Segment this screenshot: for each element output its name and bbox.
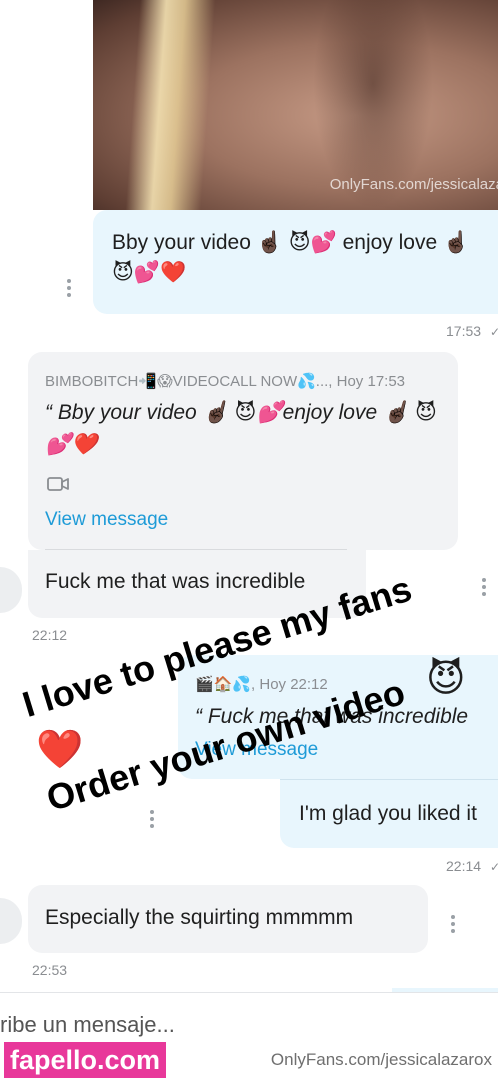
read-check-icon: ✓: [490, 860, 498, 874]
view-message-link[interactable]: View message: [45, 509, 168, 531]
message-time: 22:14: [446, 858, 482, 874]
message-text: Fuck me that was incredible: [45, 570, 306, 593]
message-time: 17:53: [446, 323, 482, 339]
photo-content: [125, 0, 216, 210]
read-check-icon: ✓: [490, 325, 498, 339]
message-time: 22:53: [32, 962, 68, 978]
message-options-icon[interactable]: [67, 279, 71, 300]
quote-header: BIMBOBITCH📲😱VIDEOCALL NOW💦..., Hoy 17:53: [45, 373, 406, 390]
message-text: I'm glad you liked it: [299, 802, 477, 825]
devil-emoji: 😈: [426, 658, 466, 700]
outgoing-message-bubble[interactable]: I'm glad you liked it: [280, 780, 498, 848]
onlyfans-watermark: OnlyFans.com/jessicalazarox: [270, 1050, 492, 1069]
video-camera-icon: [47, 477, 69, 491]
message-time: 22:12: [32, 627, 68, 643]
quote-text: “ Bby your video ☝🏿 😈💕enjoy love ☝🏿 😈💕❤️: [45, 401, 437, 456]
incoming-message-bubble[interactable]: Especially the squirting mmmmm: [28, 885, 428, 953]
message-input[interactable]: [0, 1007, 460, 1043]
image-watermark: OnlyFans.com/jessicalaza: [329, 176, 498, 193]
fapello-watermark: fapello.com: [4, 1042, 167, 1078]
heart-emoji: ❤️: [36, 729, 84, 771]
message-options-icon[interactable]: [482, 578, 486, 599]
incoming-quoted-bubble[interactable]: BIMBOBITCH📲😱VIDEOCALL NOW💦..., Hoy 17:53…: [28, 352, 458, 550]
message-text: Bby your video ☝🏿 😈💕 enjoy love ☝🏿 😈💕❤️: [112, 231, 470, 284]
message-text: Especially the squirting mmmmm: [45, 906, 354, 929]
message-image[interactable]: OnlyFans.com/jessicalaza: [93, 0, 498, 210]
avatar[interactable]: [0, 567, 22, 613]
quote-header: 🎬🏠💦, Hoy 22:12: [195, 676, 328, 693]
outgoing-message-bubble[interactable]: Bby your video ☝🏿 😈💕 enjoy love ☝🏿 😈💕❤️: [93, 210, 498, 314]
message-options-icon[interactable]: [150, 810, 154, 831]
message-options-icon[interactable]: [451, 915, 455, 936]
avatar[interactable]: [0, 898, 22, 944]
